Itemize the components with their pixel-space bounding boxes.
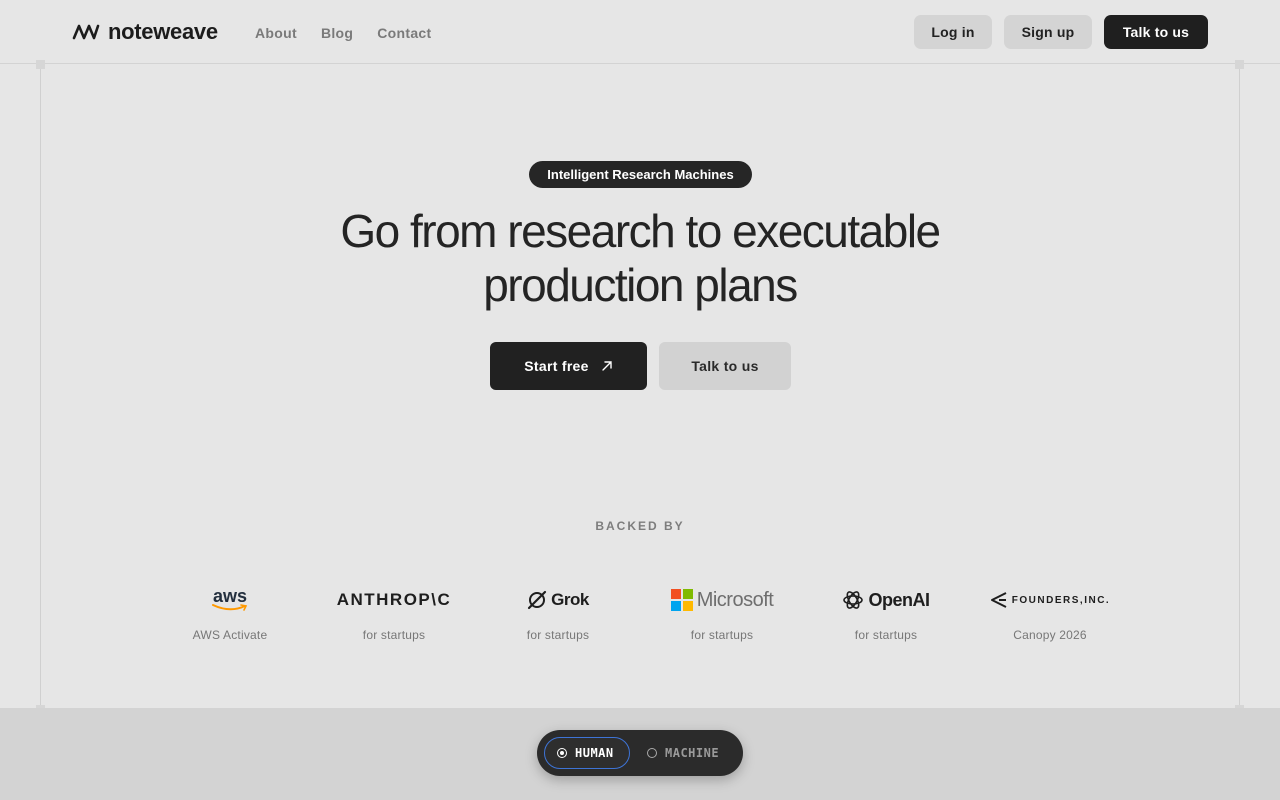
hero-headline: Go from research to executable productio… xyxy=(240,204,1040,312)
radio-unselected-icon xyxy=(647,748,657,758)
sponsor-microsoft: Microsoft for startups xyxy=(642,586,802,650)
start-free-label: Start free xyxy=(524,358,589,374)
sponsor-founders-inc: FOUNDERS,INC. Canopy 2026 xyxy=(970,586,1130,650)
brand-logo[interactable]: noteweave xyxy=(72,20,218,44)
anthropic-logo-text: ANTHROP\C xyxy=(336,590,452,609)
talk-to-us-hero-button[interactable]: Talk to us xyxy=(659,342,791,390)
microsoft-logo-text: Microsoft xyxy=(696,588,774,611)
talk-to-us-header-button[interactable]: Talk to us xyxy=(1104,15,1208,49)
headline-line-1: Go from research to executable xyxy=(340,205,941,257)
sponsor-openai: OpenAI for startups xyxy=(806,586,966,650)
toggle-machine-option[interactable]: MACHINE xyxy=(647,737,737,769)
sponsor-caption: for startups xyxy=(526,628,590,642)
toggle-human-option[interactable]: HUMAN xyxy=(544,737,630,769)
sponsor-aws: aws AWS Activate xyxy=(150,586,310,650)
founders-logo-text: FOUNDERS,INC. xyxy=(1011,594,1111,606)
login-button[interactable]: Log in xyxy=(914,15,992,49)
frame-line-left xyxy=(40,64,41,710)
sponsor-caption: for startups xyxy=(854,628,918,642)
microsoft-logo: Microsoft xyxy=(670,586,774,614)
sponsor-caption: AWS Activate xyxy=(192,628,268,642)
frame-line-right xyxy=(1239,64,1240,710)
grok-logo-text: Grok xyxy=(551,590,589,609)
arrow-up-right-icon xyxy=(602,361,612,371)
sponsor-grok: Grok for startups xyxy=(478,586,638,650)
openai-logo-text: OpenAI xyxy=(868,589,930,610)
nav-blog[interactable]: Blog xyxy=(321,24,353,42)
aws-logo: aws xyxy=(212,586,248,614)
nav-contact[interactable]: Contact xyxy=(377,24,431,42)
founders-chevron-icon xyxy=(990,592,1007,608)
backed-by-heading: BACKED BY xyxy=(595,519,685,533)
site-header: noteweave About Blog Contact Log in Sign… xyxy=(0,0,1280,64)
grok-mark-icon xyxy=(528,590,547,610)
anthropic-logo: ANTHROP\C xyxy=(337,586,452,614)
aws-smile-icon xyxy=(212,604,248,611)
main-nav: About Blog Contact xyxy=(255,24,431,42)
aws-logo-text: aws xyxy=(212,586,248,606)
founders-inc-logo: FOUNDERS,INC. xyxy=(990,586,1110,614)
hero-tag-pill: Intelligent Research Machines xyxy=(529,161,752,188)
toggle-machine-label: MACHINE xyxy=(665,746,720,760)
toggle-human-label: HUMAN xyxy=(575,746,614,760)
sponsor-caption: for startups xyxy=(690,628,754,642)
openai-logo: OpenAI xyxy=(842,586,930,614)
sponsor-caption: for startups xyxy=(362,628,426,642)
brand-name: noteweave xyxy=(108,19,218,44)
grok-logo: Grok xyxy=(527,586,589,614)
signup-button[interactable]: Sign up xyxy=(1004,15,1092,49)
openai-knot-icon xyxy=(843,591,864,609)
human-machine-toggle: HUMAN MACHINE xyxy=(537,730,743,776)
microsoft-squares-icon xyxy=(670,589,693,611)
sponsor-anthropic: ANTHROP\C for startups xyxy=(314,586,474,650)
frame-corner xyxy=(1235,60,1244,69)
radio-selected-icon xyxy=(557,748,567,758)
nav-about[interactable]: About xyxy=(255,24,297,42)
headline-line-2: production plans xyxy=(483,259,798,311)
frame-corner xyxy=(36,60,45,69)
start-free-button[interactable]: Start free xyxy=(490,342,647,390)
sponsor-caption: Canopy 2026 xyxy=(1013,628,1087,642)
wave-logo-icon xyxy=(72,24,100,40)
